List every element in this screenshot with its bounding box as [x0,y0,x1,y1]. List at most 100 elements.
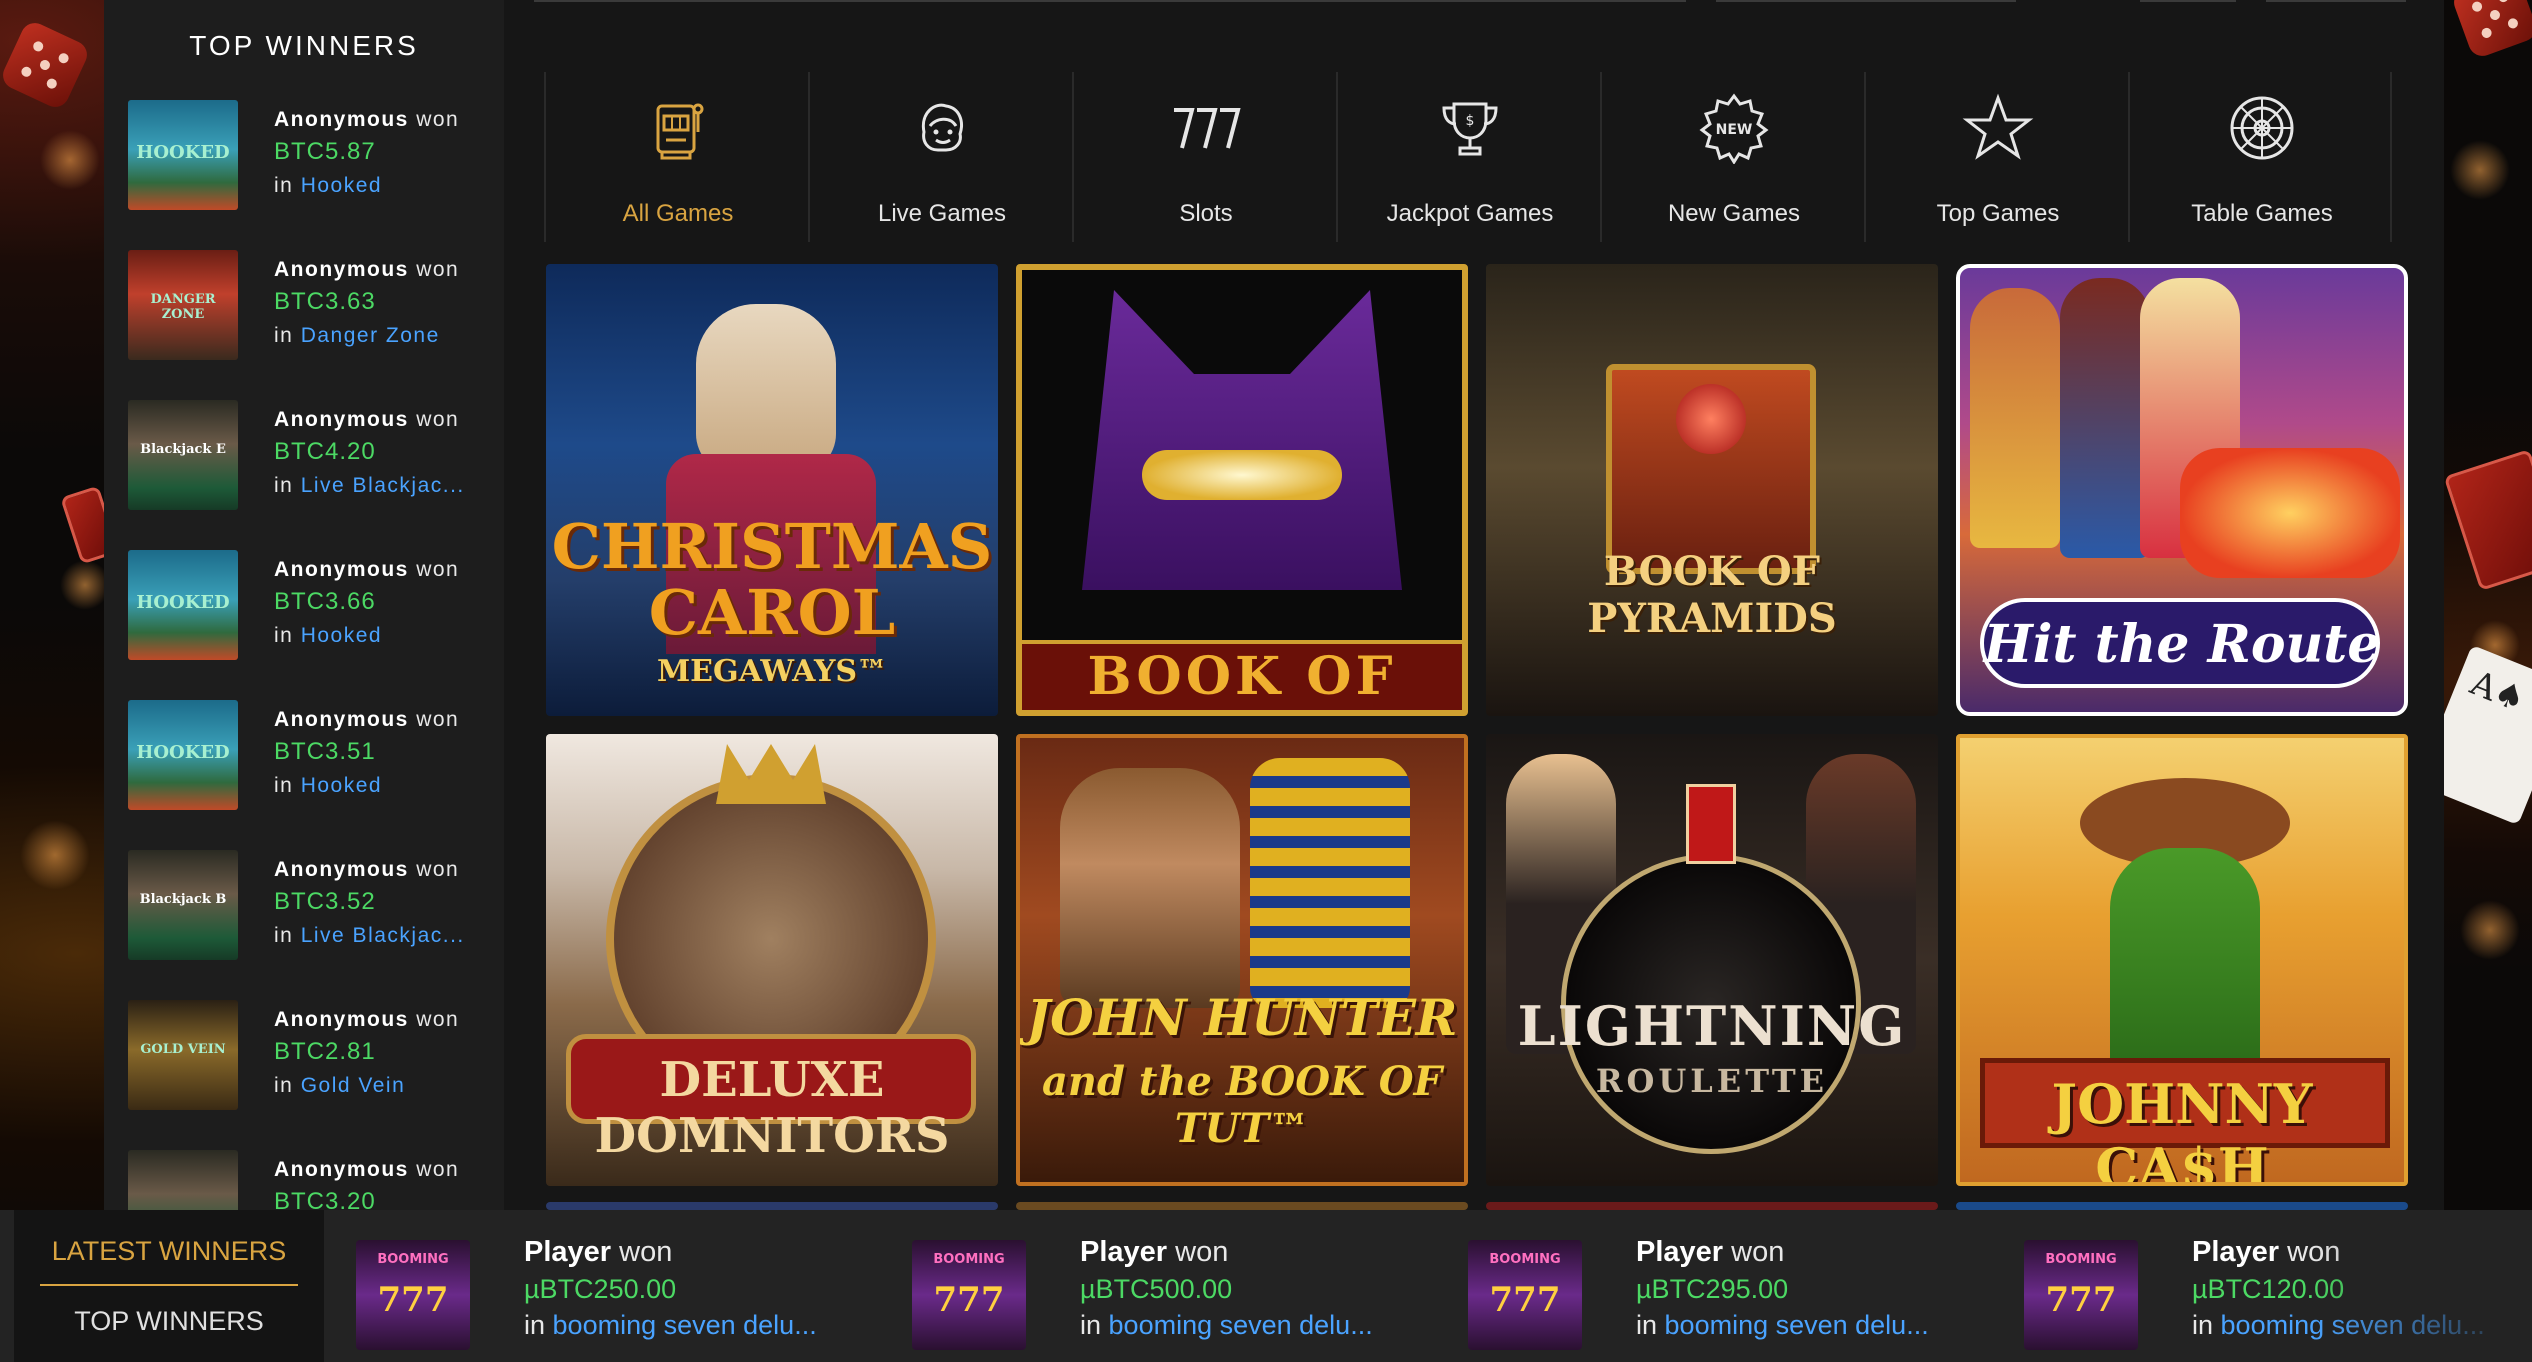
win-amount: BTC5.87 [274,138,376,165]
winner-item[interactable]: DANGER ZONE Anonymous won BTC3.63 in Danger… [128,250,488,370]
game-tile-lightning-roulette[interactable]: LIGHTNING ROULETTE [1486,734,1938,1186]
win-amount: BTC3.66 [274,588,376,615]
sort-bar-edge[interactable] [2140,0,2236,2]
ticker-item[interactable]: BOOMING 777 Player won µBTC295.00 in booming… [1468,1232,2008,1350]
ruby-art [1676,384,1746,454]
game-link[interactable]: booming seven delu... [553,1310,817,1340]
search-bar-edge[interactable] [534,0,1686,2]
game-link[interactable]: booming seven delu... [1109,1310,1373,1340]
game-tile-hit-the-route[interactable]: Hit the Route [1956,264,2408,716]
tab-label: Table Games [2191,200,2333,227]
tab-label: Top Games [1936,200,2060,227]
winner-item[interactable]: HOOKED Anonymous won BTC3.66 in Hooked [128,550,488,670]
game-link[interactable]: booming seven delu... [1665,1310,1929,1340]
winner-item[interactable]: GOLD VEIN Anonymous won BTC2.81 in Gold Vei… [128,1000,488,1120]
triple-seven-icon [1174,108,1241,149]
tab-top-winners[interactable]: TOP WINNERS [14,1306,324,1337]
game-link[interactable]: Hooked [301,624,382,647]
game-thumbnail[interactable]: HOOKED [128,700,238,810]
winner-game: in Live Blackjac... [274,474,465,497]
tab-top-games[interactable]: Top Games [1864,72,2128,242]
game-tile-partial[interactable] [1956,1202,2408,1210]
ticker-item[interactable]: BOOMING 777 Player won µBTC500.00 in booming… [912,1232,1452,1350]
player-name: Player won [1080,1236,1229,1268]
game-thumbnail[interactable]: Blackjack B [128,850,238,960]
tab-label: Jackpot Games [1386,200,1554,227]
game-thumbnail[interactable]: BOOMING 777 [356,1240,470,1350]
bokeh-light [2460,900,2520,960]
tab-label: Live Games [877,200,1007,227]
game-tile-partial[interactable] [1016,1202,1468,1210]
thumbnail-label: DANGER ZONE [150,292,216,322]
winner-name: Anonymous won [274,108,460,131]
game-thumbnail[interactable]: GOLD VEIN [128,1000,238,1110]
game-thumbnail[interactable]: BOOMING 777 [2024,1240,2138,1350]
game-tile-book-of-pyramids[interactable]: BOOK OF PYRAMIDS [1486,264,1938,716]
game-tile-partial[interactable] [1486,1202,1938,1210]
view-bar-edge[interactable] [2266,0,2406,2]
ticker-game: in booming seven delu... [524,1310,817,1340]
thumbnail-label: 777 [377,1280,449,1320]
game-link[interactable]: Live Blackjac... [301,924,465,947]
winner-item[interactable]: HOOKED Anonymous won BTC3.51 in Hooked [128,700,488,820]
game-tile-deluxe-domnitors[interactable]: DELUXE DOMNITORS [546,734,998,1186]
tab-jackpot-games[interactable]: $ Jackpot Games [1336,72,1600,242]
winner-item[interactable]: Anonymous wonBTC3.20in [128,1150,488,1210]
game-tile-christmas-carol[interactable]: CHRISTMAS CAROL MEGAWAYS™ [546,264,998,716]
game-link[interactable]: Hooked [301,174,382,197]
game-thumbnail[interactable]: HOOKED [128,100,238,210]
dice-decoration [0,18,92,112]
game-title: BOOK OF CATS [1087,646,1397,710]
tab-label: New Games [1667,200,1801,227]
cactus-art [2110,848,2260,1078]
game-link[interactable]: Hooked [301,774,382,797]
cat-mask-art [1082,290,1402,590]
winner-item[interactable]: HOOKED Anonymous won BTC5.87 in Hooked [128,100,488,220]
win-amount: BTC3.20 [274,1188,376,1210]
winner-game: in Hooked [274,174,383,197]
sidebar-title: TOP WINNERS [189,30,419,61]
car-art [2180,448,2400,578]
bokeh-light [40,130,100,190]
tab-latest-winners[interactable]: LATEST WINNERS [14,1236,324,1267]
winner-item[interactable]: Blackjack B Anonymous won BTC3.52 in Live B… [128,850,488,970]
game-thumbnail[interactable]: Blackjack E [128,400,238,510]
tab-live-games[interactable]: Live Games [808,72,1072,242]
game-thumbnail[interactable] [128,1150,238,1210]
thumbnail-label: BOOMING [933,1252,1005,1267]
game-title: JOHN HUNTER [1026,988,1458,1047]
game-thumbnail[interactable]: DANGER ZONE [128,250,238,360]
game-thumbnail[interactable]: BOOMING 777 [1468,1240,1582,1350]
thumbnail-label: GOLD VEIN [140,1042,226,1057]
category-tabs: All Games Live Games Slots $ Jackpot Gam… [544,72,2406,242]
character-art [1970,288,2060,548]
tab-label: Slots [1179,200,1233,227]
game-thumbnail[interactable]: BOOMING 777 [912,1240,1026,1350]
game-tile-johnny-cash[interactable]: JOHNNY CA$H [1956,734,2408,1186]
thumbnail-label: BOOMING [377,1252,449,1267]
cat-eyes-art [1142,450,1342,500]
game-tile-partial[interactable] [546,1202,998,1210]
trophy-icon: $ [1442,102,1498,156]
roulette-icon [2230,96,2294,160]
game-tile-book-of-cats[interactable]: BOOK OF CATS [1016,264,1468,716]
ticker-fade [2312,1210,2532,1362]
game-thumbnail[interactable]: HOOKED [128,550,238,660]
filter-bar-edge[interactable] [1716,0,2016,2]
tab-all-games[interactable]: All Games [544,72,808,242]
thumbnail-label: HOOKED [136,142,230,163]
game-link[interactable]: Gold Vein [301,1074,406,1097]
new-badge-text: NEW [1716,122,1753,138]
game-title: CHRISTMAS CAROL [551,510,993,649]
multiplier-art [1686,784,1736,864]
winner-game: in Hooked [274,624,383,647]
game-link[interactable]: Live Blackjac... [301,474,465,497]
tab-slots[interactable]: Slots [1072,72,1336,242]
game-link[interactable]: Danger Zone [301,324,440,347]
player-name: Player won [1636,1236,1785,1268]
game-tile-john-hunter[interactable]: JOHN HUNTER and the BOOK OF TUT™ [1016,734,1468,1186]
winner-item[interactable]: Blackjack E Anonymous won BTC4.20 in Live B… [128,400,488,520]
tab-new-games[interactable]: NEW New Games [1600,72,1864,242]
ticker-item[interactable]: BOOMING 777 Player won µBTC250.00 in booming… [356,1232,896,1350]
tab-table-games[interactable]: Table Games [2128,72,2392,242]
